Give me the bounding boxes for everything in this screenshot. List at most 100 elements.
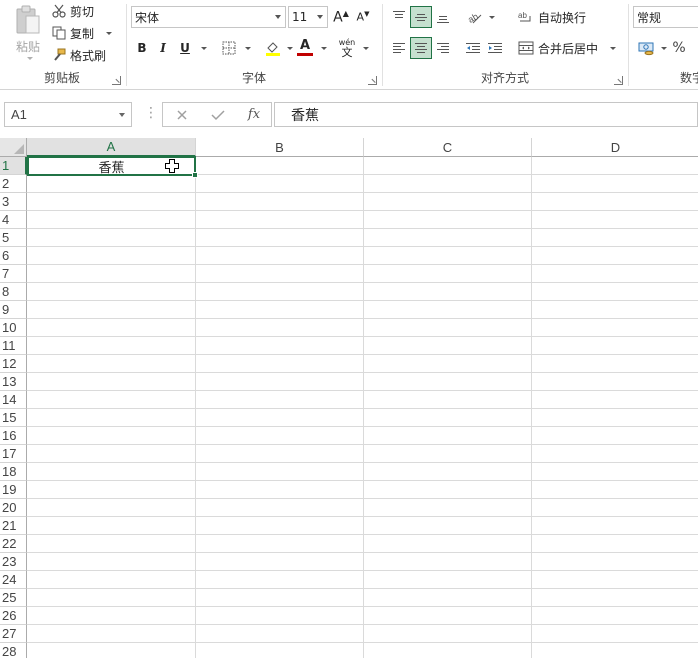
row-header-8[interactable]: 8 bbox=[0, 283, 27, 301]
number-format-value: 常规 bbox=[637, 10, 662, 25]
percent-style-button[interactable]: % bbox=[668, 37, 690, 59]
column-header-d[interactable]: D bbox=[532, 138, 698, 157]
copy-label: 复制 bbox=[70, 26, 95, 41]
worksheet-grid[interactable]: A B C D 1 2 3 4 5 6 7 8 9 10 11 12 13 14 15 16 17 18 19 20 2… bbox=[0, 138, 698, 658]
cell-a1-value: 香蕉 bbox=[98, 160, 125, 176]
row-header-7[interactable]: 7 bbox=[0, 265, 27, 283]
phonetic-dropdown-icon[interactable] bbox=[363, 47, 369, 50]
name-box-value: A1 bbox=[11, 107, 27, 122]
row-header-9[interactable]: 9 bbox=[0, 301, 27, 319]
group-divider bbox=[382, 4, 383, 86]
paste-dropdown-icon[interactable] bbox=[26, 57, 33, 60]
font-size-value: 11 bbox=[292, 10, 308, 24]
font-color-icon: A bbox=[297, 38, 313, 56]
row-header-6[interactable]: 6 bbox=[0, 247, 27, 265]
cancel-entry-button[interactable] bbox=[165, 103, 199, 126]
format-painter-button[interactable]: 格式刷 bbox=[52, 45, 106, 65]
row-header-13[interactable]: 13 bbox=[0, 373, 27, 391]
row-header-18[interactable]: 18 bbox=[0, 463, 27, 481]
row-header-28[interactable]: 28 bbox=[0, 643, 27, 658]
column-header-c[interactable]: C bbox=[364, 138, 532, 157]
font-name-dropdown-icon bbox=[275, 15, 281, 19]
copy-button[interactable]: 复制 bbox=[52, 23, 113, 43]
column-header-b[interactable]: B bbox=[196, 138, 364, 157]
decrease-indent-icon bbox=[466, 43, 480, 53]
top-align-button[interactable] bbox=[388, 6, 410, 28]
orientation-dropdown-icon[interactable] bbox=[489, 16, 495, 19]
row-header-15[interactable]: 15 bbox=[0, 409, 27, 427]
font-name-select[interactable]: 宋体 bbox=[131, 6, 286, 28]
decrease-indent-button[interactable] bbox=[462, 37, 484, 59]
accounting-format-button[interactable] bbox=[636, 37, 658, 59]
row-header-24[interactable]: 24 bbox=[0, 571, 27, 589]
row-header-3[interactable]: 3 bbox=[0, 193, 27, 211]
increase-font-size-button[interactable]: A▲ bbox=[330, 6, 352, 28]
font-dialog-launcher-icon[interactable] bbox=[368, 76, 377, 85]
clipboard-group-label: 剪贴板 bbox=[43, 71, 80, 85]
middle-align-button[interactable] bbox=[410, 6, 432, 28]
row-header-14[interactable]: 14 bbox=[0, 391, 27, 409]
align-left-button[interactable] bbox=[388, 37, 410, 59]
fill-color-dropdown-icon[interactable] bbox=[287, 47, 293, 50]
row-header-4[interactable]: 4 bbox=[0, 211, 27, 229]
row-header-11[interactable]: 11 bbox=[0, 337, 27, 355]
row-header-2[interactable]: 2 bbox=[0, 175, 27, 193]
fill-color-icon bbox=[266, 42, 280, 56]
name-box[interactable]: A1 bbox=[4, 102, 132, 127]
phonetic-guide-button[interactable]: wén 文 bbox=[336, 35, 358, 61]
alignment-dialog-launcher-icon[interactable] bbox=[614, 76, 623, 85]
underline-button[interactable]: U bbox=[174, 37, 196, 59]
row-header-21[interactable]: 21 bbox=[0, 517, 27, 535]
clipboard-dialog-launcher-icon[interactable] bbox=[112, 76, 121, 85]
formula-bar-resize-handle[interactable]: ⋮ bbox=[144, 106, 158, 120]
fill-color-button[interactable] bbox=[262, 37, 284, 59]
row-header-1[interactable]: 1 bbox=[0, 157, 27, 175]
enter-button[interactable] bbox=[201, 103, 235, 126]
row-header-23[interactable]: 23 bbox=[0, 553, 27, 571]
row-header-26[interactable]: 26 bbox=[0, 607, 27, 625]
font-color-dropdown-icon[interactable] bbox=[321, 47, 327, 50]
ribbon: 粘贴 剪切 复制 格式刷 剪贴板 宋体 11 A▲ A▼ B I U A wén… bbox=[0, 0, 698, 90]
borders-dropdown-icon[interactable] bbox=[245, 47, 251, 50]
row-header-27[interactable]: 27 bbox=[0, 625, 27, 643]
row-header-12[interactable]: 12 bbox=[0, 355, 27, 373]
row-header-20[interactable]: 20 bbox=[0, 499, 27, 517]
bold-button[interactable]: B bbox=[131, 37, 153, 59]
row-header-17[interactable]: 17 bbox=[0, 445, 27, 463]
align-center-button[interactable] bbox=[410, 37, 432, 59]
column-header-label: D bbox=[610, 139, 621, 155]
row-header-22[interactable]: 22 bbox=[0, 535, 27, 553]
paste-button[interactable]: 粘贴 bbox=[6, 2, 50, 64]
wrap-text-label: 自动换行 bbox=[538, 10, 587, 25]
name-box-dropdown-icon[interactable] bbox=[119, 113, 125, 117]
row-header-19[interactable]: 19 bbox=[0, 481, 27, 499]
column-gridline bbox=[531, 157, 532, 658]
underline-dropdown-icon[interactable] bbox=[201, 47, 207, 50]
bottom-align-button[interactable] bbox=[432, 6, 454, 28]
copy-dropdown-icon[interactable] bbox=[106, 31, 113, 35]
row-header-16[interactable]: 16 bbox=[0, 427, 27, 445]
borders-button[interactable] bbox=[218, 37, 240, 59]
font-color-letter: A bbox=[299, 38, 311, 53]
number-format-select[interactable]: 常规 bbox=[633, 6, 698, 28]
decrease-font-size-button[interactable]: A▼ bbox=[352, 6, 374, 28]
row-header-10[interactable]: 10 bbox=[0, 319, 27, 337]
number-group: 常规 % 数字 bbox=[630, 0, 698, 89]
row-header-5[interactable]: 5 bbox=[0, 229, 27, 247]
row-header-25[interactable]: 25 bbox=[0, 589, 27, 607]
italic-button[interactable]: I bbox=[152, 37, 174, 59]
orientation-button[interactable]: ab bbox=[464, 6, 486, 28]
wrap-text-button[interactable]: ab 自动换行 bbox=[518, 7, 586, 27]
font-size-select[interactable]: 11 bbox=[288, 6, 328, 28]
font-color-button[interactable]: A bbox=[294, 37, 316, 59]
cut-button[interactable]: 剪切 bbox=[52, 1, 94, 21]
column-header-a[interactable]: A bbox=[27, 138, 196, 157]
merge-center-dropdown-icon[interactable] bbox=[610, 46, 617, 50]
align-right-button[interactable] bbox=[432, 37, 454, 59]
merge-center-button[interactable]: 合并后居中 bbox=[518, 38, 617, 58]
select-all-button[interactable] bbox=[0, 138, 27, 157]
increase-indent-button[interactable] bbox=[484, 37, 506, 59]
formula-input[interactable]: 香蕉 bbox=[274, 102, 698, 127]
insert-function-button[interactable]: fx bbox=[237, 103, 271, 126]
accounting-dropdown-icon[interactable] bbox=[661, 47, 667, 50]
